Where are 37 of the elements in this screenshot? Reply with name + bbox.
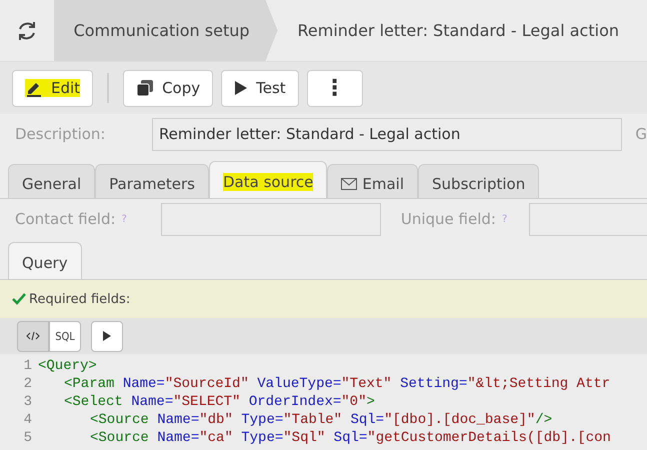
code-line: <Query> bbox=[38, 357, 97, 375]
code-line: <Select Name="SELECT" OrderIndex="0"> bbox=[63, 393, 375, 411]
mail-icon bbox=[341, 178, 358, 190]
notice-text: Required fields: bbox=[29, 292, 130, 306]
xml-view-button[interactable] bbox=[17, 320, 49, 352]
tab[interactable]: Query bbox=[8, 242, 82, 279]
field-label: Unique field: bbox=[400, 210, 496, 228]
code-line: <Source Name="db" Type="Table" Sql="[dbo].[doc_base]"/> bbox=[89, 411, 552, 429]
play-icon bbox=[102, 330, 112, 342]
line-number: 5 bbox=[22, 429, 33, 447]
test-button[interactable]: Test bbox=[221, 70, 299, 106]
edit-button[interactable]: Edit bbox=[12, 70, 94, 106]
code-line: <Source Name="ca" Type="Sql" Sql="getCustomerDetails([db].[con bbox=[89, 429, 611, 447]
tab[interactable]: Data source bbox=[208, 161, 328, 198]
tab[interactable]: Parameters bbox=[95, 164, 209, 198]
breadcrumb[interactable]: Communication setup bbox=[54, 0, 278, 61]
line-number: 1 bbox=[22, 357, 33, 375]
field-label: G bbox=[635, 125, 647, 143]
description-field[interactable]: Reminder letter: Standard - Legal action bbox=[152, 118, 622, 150]
more-button[interactable]: ⋮ bbox=[306, 70, 363, 106]
input-field[interactable] bbox=[160, 202, 381, 236]
field-label: Contact field: bbox=[15, 210, 116, 228]
play-icon bbox=[234, 80, 248, 96]
line-number: 2 bbox=[22, 375, 33, 393]
field-label: Description: bbox=[15, 125, 106, 143]
run-button[interactable] bbox=[91, 320, 123, 352]
tab[interactable]: General bbox=[8, 164, 96, 198]
copy-icon bbox=[136, 79, 154, 97]
tab[interactable]: Subscription bbox=[418, 164, 540, 198]
input-field[interactable] bbox=[529, 202, 647, 236]
code-line: <Param Name="SourceId" ValueType="Text" Setting="&lt;Setting Attr bbox=[63, 375, 610, 393]
line-number: 4 bbox=[22, 411, 33, 429]
tab[interactable]: Email bbox=[327, 164, 418, 198]
sql-view-button[interactable]: SQL bbox=[49, 320, 81, 352]
copy-button[interactable]: Copy bbox=[123, 70, 214, 106]
line-number: 3 bbox=[22, 393, 33, 411]
code-icon bbox=[26, 331, 40, 341]
